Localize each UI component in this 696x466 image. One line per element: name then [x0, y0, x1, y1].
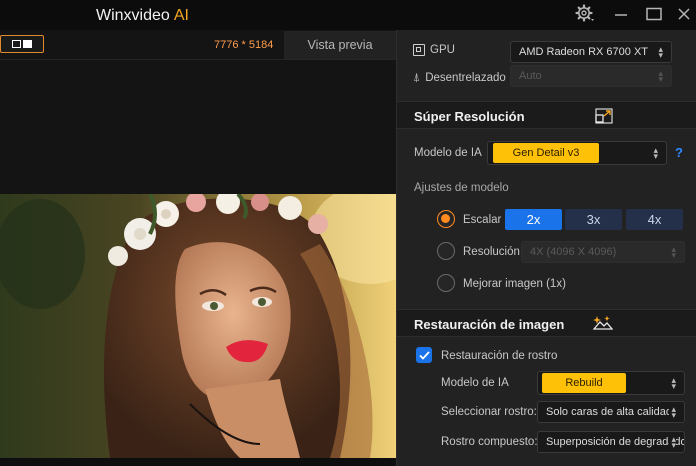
ai-model-select[interactable]: Gen Detail v3 ▴ ▾ — [487, 141, 667, 165]
resolution-select[interactable]: 4X (4096 X 4096) ▴ ▾ — [521, 241, 685, 263]
tab-preview[interactable]: Vista previa — [284, 31, 396, 59]
chevron-updown-icon: ▴ ▾ — [671, 375, 676, 391]
resolution-label: Resolución — [463, 246, 520, 258]
settings-panel: GPU AMD Radeon RX 6700 XT ▴ ▾ ⍋ Desentrel… — [396, 30, 696, 466]
ai-model-label: Modelo de IA — [414, 147, 482, 159]
scale-3x-button[interactable]: 3x — [565, 209, 622, 230]
image-resolution: 7776 * 5184 — [214, 39, 274, 51]
preview-image — [0, 194, 396, 458]
gpu-label: GPU — [430, 44, 455, 56]
restore-model-select[interactable]: Rebuild ▴ ▾ — [537, 371, 685, 395]
single-view-icon — [23, 40, 32, 48]
compare-view-toggle[interactable] — [0, 35, 44, 53]
gpu-row: GPU — [413, 44, 455, 56]
gpu-value: AMD Radeon RX 6700 XT — [519, 46, 649, 58]
composite-face-select[interactable]: Superposición de degradado ▴ ▾ — [537, 431, 685, 453]
checkmark-icon — [418, 350, 430, 360]
chevron-updown-icon: ▴ ▾ — [658, 68, 663, 84]
deinterlace-label: Desentrelazado — [425, 71, 506, 84]
split-view-icon — [12, 40, 21, 48]
resolution-radio[interactable] — [437, 242, 455, 260]
restoration-title: Restauración de imagen — [414, 317, 565, 332]
chip-icon — [413, 44, 425, 56]
title-bar: Winxvideo AI — [0, 0, 696, 30]
restore-model-value: Rebuild — [542, 373, 626, 393]
help-icon[interactable]: ? — [675, 145, 683, 160]
restore-model-label: Modelo de IA — [441, 377, 509, 389]
maximize-icon[interactable] — [643, 4, 665, 24]
select-face-value: Solo caras de alta calidad — [546, 406, 672, 418]
resolution-value: 4X (4096 X 4096) — [530, 246, 617, 258]
super-resolution-header: Súper Resolución — [397, 101, 696, 129]
deinterlace-value: Auto — [519, 70, 542, 82]
preview-bottom-bar — [0, 458, 396, 466]
super-resolution-title: Súper Resolución — [414, 109, 525, 124]
deinterlace-select[interactable]: Auto ▴ ▾ — [510, 65, 672, 87]
chevron-updown-icon: ▴ ▾ — [671, 244, 676, 260]
composite-face-label: Rostro compuesto: — [441, 436, 538, 448]
model-settings-label: Ajustes de modelo — [414, 182, 509, 194]
gpu-select[interactable]: AMD Radeon RX 6700 XT ▴ ▾ — [510, 41, 672, 63]
scale-2x-button[interactable]: 2x — [505, 209, 562, 230]
chevron-updown-icon: ▴ ▾ — [653, 145, 658, 161]
face-restore-checkbox[interactable] — [416, 347, 432, 363]
scale-label: Escalar — [463, 214, 502, 226]
select-face-select[interactable]: Solo caras de alta calidad ▴ ▾ — [537, 401, 685, 423]
restoration-header: Restauración de imagen — [397, 309, 696, 337]
app-title: Winxvideo AI — [96, 7, 189, 25]
face-restore-label: Restauración de rostro — [441, 350, 558, 362]
ai-model-value: Gen Detail v3 — [493, 143, 599, 163]
deinterlace-row: ⍋ Desentrelazado — [413, 70, 506, 85]
gear-icon[interactable] — [574, 4, 596, 24]
enhance-radio[interactable] — [437, 274, 455, 292]
minimize-icon[interactable] — [610, 4, 632, 24]
composite-face-value: Superposición de degradado — [546, 436, 685, 448]
upscale-icon — [595, 108, 613, 127]
scale-radio[interactable] — [437, 210, 455, 228]
chevron-updown-icon: ▴ ▾ — [669, 404, 676, 420]
app-name-suffix: AI — [173, 7, 189, 24]
image-restore-icon — [592, 314, 614, 334]
chevron-updown-icon: ▴ ▾ — [669, 434, 676, 450]
deinterlace-icon: ⍋ — [413, 70, 421, 84]
app-name: Winxvideo — [96, 7, 170, 24]
close-icon[interactable] — [673, 4, 695, 24]
enhance-label: Mejorar imagen (1x) — [463, 278, 566, 290]
scale-4x-button[interactable]: 4x — [626, 209, 683, 230]
select-face-label: Seleccionar rostro: — [441, 406, 537, 418]
chevron-updown-icon: ▴ ▾ — [658, 44, 663, 60]
